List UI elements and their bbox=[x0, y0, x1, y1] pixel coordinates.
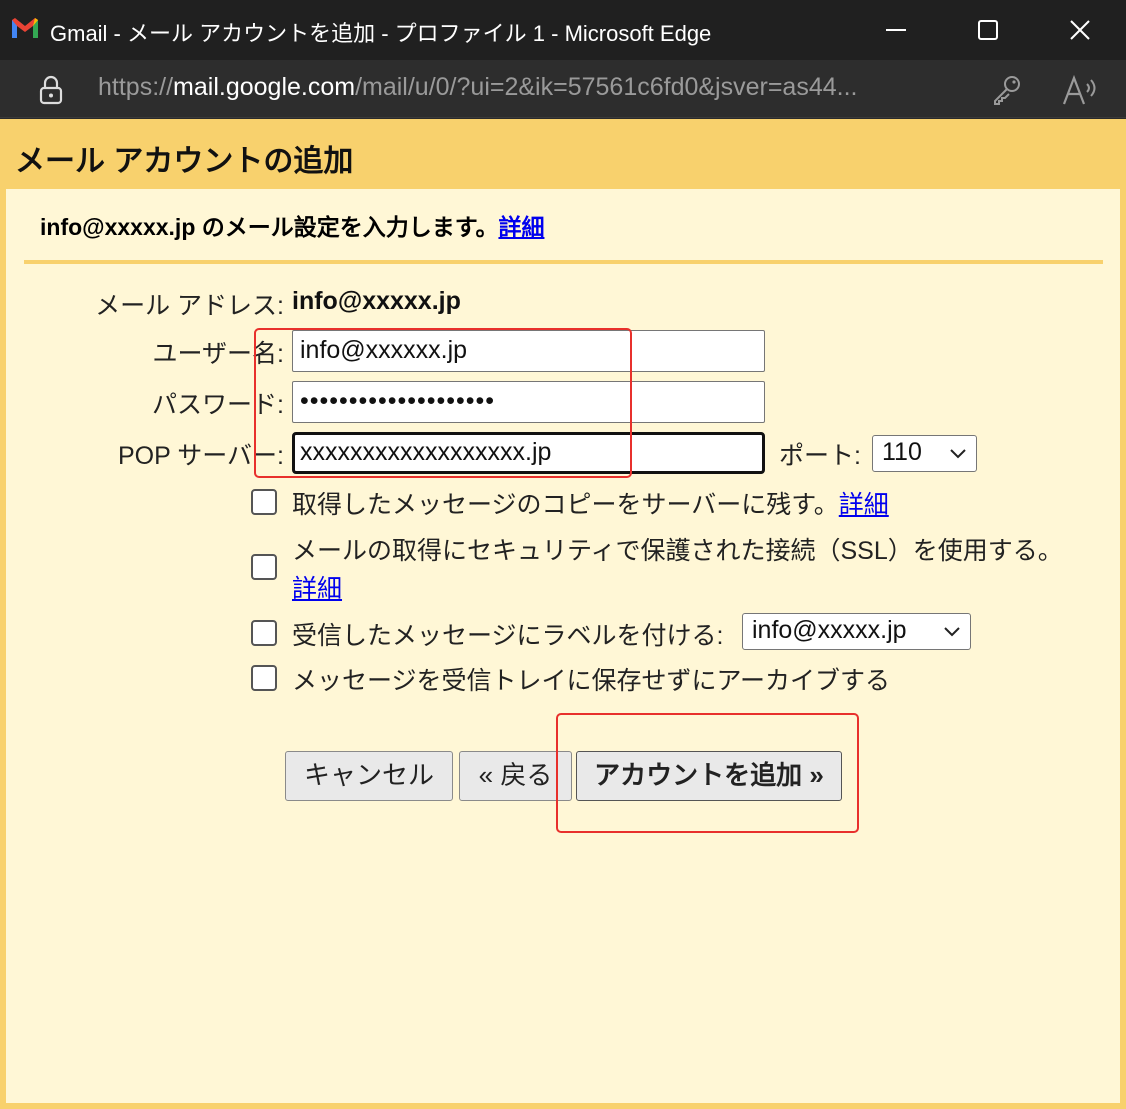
dialog-header: メール アカウントの追加 bbox=[0, 119, 1126, 189]
gmail-icon bbox=[12, 18, 38, 38]
url-host: mail.google.com bbox=[173, 73, 356, 101]
window-titlebar: Gmail - メール アカウントを追加 - プロファイル 1 - Micros… bbox=[0, 0, 1126, 60]
cancel-button[interactable]: キャンセル bbox=[285, 751, 453, 801]
email-value: info@xxxxx.jp bbox=[292, 287, 461, 315]
intro-text: info@xxxxx.jp のメール設定を入力します。詳細 bbox=[40, 208, 544, 242]
ssl-option-link: 詳細 bbox=[292, 569, 342, 605]
leave-copy-option: 取得したメッセージのコピーをサーバーに残す。詳細 bbox=[292, 485, 889, 521]
archive-checkbox[interactable] bbox=[251, 665, 277, 691]
divider bbox=[24, 260, 1103, 264]
lock-icon[interactable] bbox=[36, 74, 66, 106]
close-icon[interactable] bbox=[1064, 14, 1096, 46]
label-select[interactable]: info@xxxxx.jp bbox=[742, 613, 971, 650]
port-label: ポート: bbox=[779, 442, 861, 470]
add-account-dialog: メール アカウントの追加 info@xxxxx.jp のメール設定を入力します。… bbox=[0, 119, 1126, 1109]
label-checkbox[interactable] bbox=[251, 620, 277, 646]
annotation-highlight-credentials bbox=[254, 328, 632, 478]
label-option-text: 受信したメッセージにラベルを付ける: bbox=[292, 622, 724, 650]
dialog-title: メール アカウントの追加 bbox=[15, 145, 354, 178]
ssl-checkbox[interactable] bbox=[251, 554, 277, 580]
email-label: メール アドレス: bbox=[95, 292, 284, 320]
chevron-down-icon bbox=[944, 627, 960, 637]
label-select-value: info@xxxxx.jp bbox=[752, 616, 907, 644]
leave-copy-details-link[interactable]: 詳細 bbox=[839, 491, 889, 519]
address-bar: https://mail.google.com/mail/u/0/?ui=2&i… bbox=[0, 60, 1126, 118]
window-title: Gmail - メール アカウントを追加 - プロファイル 1 - Micros… bbox=[50, 21, 712, 46]
port-select[interactable]: 110 bbox=[872, 435, 977, 472]
leave-copy-checkbox[interactable] bbox=[251, 489, 277, 515]
read-aloud-icon[interactable] bbox=[1060, 72, 1100, 108]
archive-option-text: メッセージを受信トレイに保存せずにアーカイブする bbox=[292, 667, 891, 695]
ssl-details-link[interactable]: 詳細 bbox=[292, 575, 342, 603]
url-prefix: https:// bbox=[98, 73, 174, 101]
minimize-icon[interactable] bbox=[880, 14, 912, 46]
intro-message: info@xxxxx.jp のメール設定を入力します。 bbox=[40, 214, 499, 240]
key-icon[interactable] bbox=[990, 73, 1024, 107]
ssl-label: メールの取得にセキュリティで保護された接続（SSL）を使用する。 bbox=[292, 537, 1063, 565]
leave-copy-label: 取得したメッセージのコピーをサーバーに残す。 bbox=[292, 491, 839, 519]
url-field[interactable]: https://mail.google.com/mail/u/0/?ui=2&i… bbox=[98, 73, 978, 102]
maximize-icon[interactable] bbox=[972, 14, 1004, 46]
chevron-down-icon bbox=[950, 449, 966, 459]
port-value: 110 bbox=[882, 438, 922, 466]
annotation-highlight-add-button bbox=[556, 713, 859, 833]
details-link[interactable]: 詳細 bbox=[498, 214, 544, 240]
url-path: /mail/u/0/?ui=2&ik=57561c6fd0&jsver=as44… bbox=[355, 73, 858, 101]
